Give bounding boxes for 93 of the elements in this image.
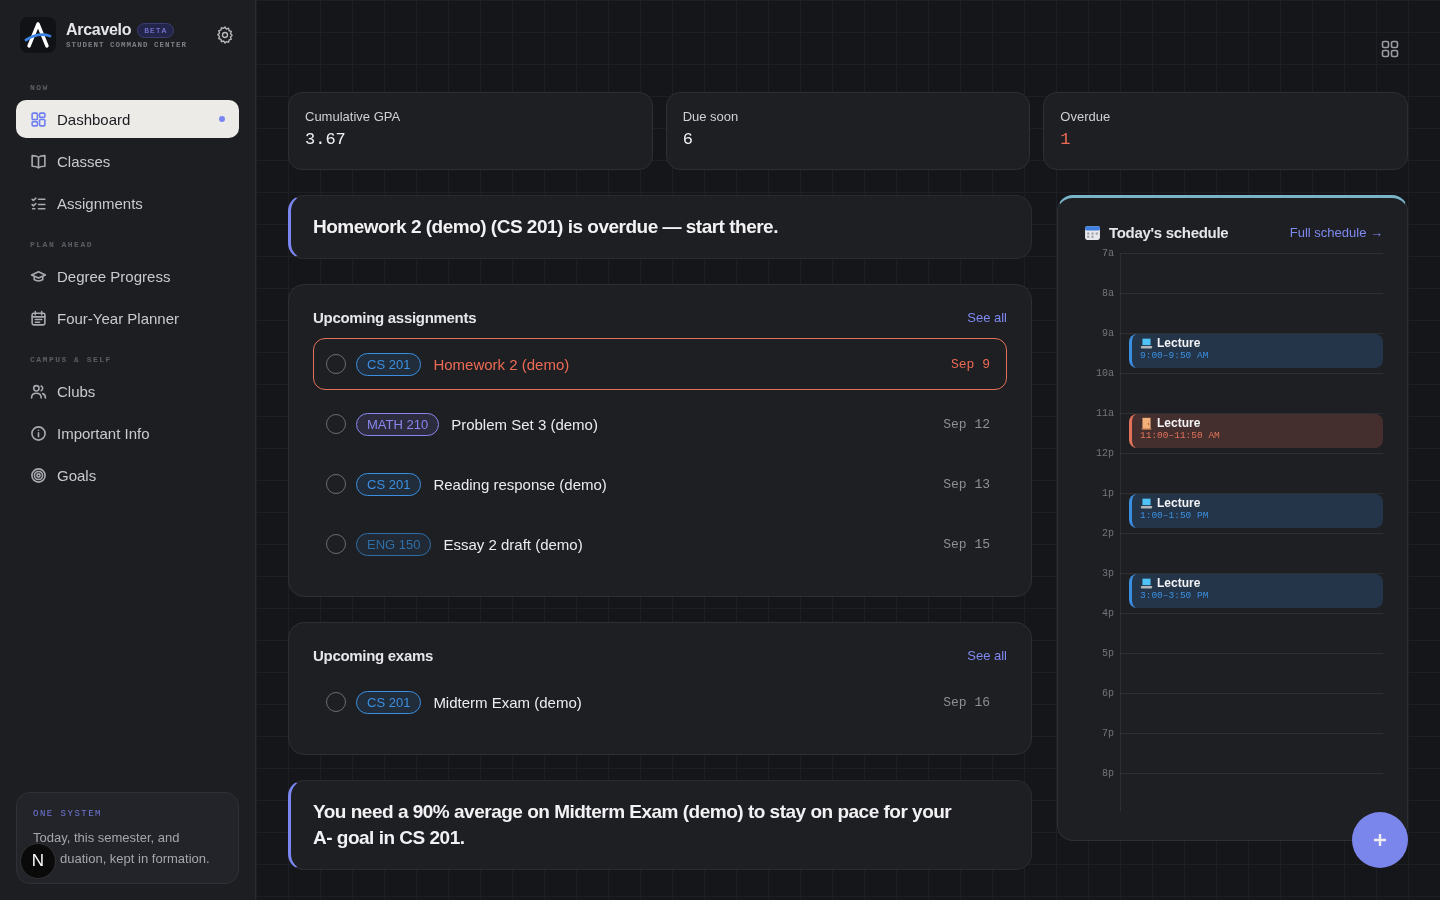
schedule-event[interactable]: Lecture 9:00–9:50 AM: [1129, 334, 1383, 368]
door-icon: [1140, 416, 1153, 430]
course-tag: CS 201: [356, 472, 422, 496]
hour-label: 2p: [1101, 528, 1115, 540]
course-tag: ENG 150: [356, 532, 432, 556]
section-title: Upcoming assignments: [313, 309, 477, 326]
task-title: Problem Set 3 (demo): [451, 415, 599, 433]
due-date: Sep 12: [943, 416, 990, 432]
hour-label: 7a: [1101, 248, 1115, 260]
event-time: 1:00–1:50 PM: [1140, 510, 1210, 521]
hour-label: 3p: [1101, 568, 1115, 580]
task-title: Reading response (demo): [433, 475, 608, 493]
event-title: Lecture: [1157, 416, 1201, 430]
active-dot: [219, 116, 225, 122]
event-time: 11:00–11:50 AM: [1140, 430, 1221, 441]
course-tag: CS 201: [356, 690, 422, 714]
laptop-icon: [1140, 576, 1153, 590]
checklist-icon: [30, 194, 47, 212]
due-date: Sep 13: [943, 476, 990, 492]
section-title: Upcoming exams: [313, 647, 433, 664]
nav-item[interactable]: Clubs: [16, 372, 239, 410]
hour-label: 11a: [1095, 408, 1115, 420]
hour-label: 1p: [1101, 488, 1115, 500]
hour-label: 12p: [1095, 448, 1115, 460]
stat-label: Cumulative GPA: [305, 109, 402, 124]
add-button[interactable]: [1352, 812, 1408, 868]
event-title: Lecture: [1157, 336, 1201, 350]
full-schedule-link[interactable]: Full schedule →: [1289, 225, 1383, 240]
nav-item[interactable]: Dashboard: [16, 100, 239, 138]
grid-icon: [30, 110, 47, 128]
task-title: Essay 2 draft (demo): [443, 535, 584, 553]
info-icon: [30, 424, 47, 442]
section-heading: CAMPUS & SELF: [29, 355, 113, 364]
due-date: Sep 9: [951, 356, 990, 372]
hour-label: 9a: [1101, 328, 1115, 340]
people-icon: [30, 382, 47, 400]
schedule-title: Today's schedule: [1109, 224, 1230, 241]
nav-item[interactable]: Goals: [16, 456, 239, 494]
alert-message: You need a 90% average on Midterm Exam (demo) to stay on pace for your A- goal in CS 201.: [313, 801, 952, 848]
task-row[interactable]: CS 201 Reading response (demo) Sep 13: [313, 458, 1007, 510]
stat-value: 3.67: [305, 130, 347, 149]
hour-label: 10a: [1095, 368, 1115, 380]
event-time: 9:00–9:50 AM: [1140, 350, 1210, 361]
nav-item[interactable]: Degree Progress: [16, 257, 239, 295]
alert-message: Homework 2 (demo) (CS 201) is overdue — start there.: [313, 216, 778, 237]
see-all-link[interactable]: See all: [967, 310, 1007, 325]
event-title: Lecture: [1157, 576, 1201, 590]
card-eyebrow: ONE SYSTEM: [33, 809, 103, 819]
section-heading: NOW: [29, 83, 50, 92]
logo-icon: [20, 17, 56, 53]
course-tag: CS 201: [356, 352, 422, 376]
task-row[interactable]: MATH 210 Problem Set 3 (demo) Sep 12: [313, 398, 1007, 450]
hour-label: 8a: [1101, 288, 1115, 300]
section-heading: PLAN AHEAD: [29, 240, 94, 249]
book-icon: [30, 152, 47, 170]
target-icon: [30, 466, 47, 484]
stat-label: Overdue: [1060, 109, 1112, 124]
nav-item[interactable]: Important Info: [16, 414, 239, 452]
course-tag: MATH 210: [356, 412, 440, 436]
task-row[interactable]: CS 201 Homework 2 (demo) Sep 9: [313, 338, 1007, 390]
due-date: Sep 15: [943, 536, 990, 552]
schedule-event[interactable]: Lecture 11:00–11:50 AM: [1129, 414, 1383, 448]
laptop-icon: [1140, 336, 1153, 350]
laptop-icon: [1140, 496, 1153, 510]
beta-badge: BETA: [137, 22, 175, 38]
task-row[interactable]: ENG 150 Essay 2 draft (demo) Sep 15: [313, 518, 1007, 570]
card-text: duation, kept in formation.: [60, 850, 210, 868]
hour-label: 8p: [1101, 768, 1115, 780]
stat-label: Due soon: [682, 109, 740, 124]
hour-label: 5p: [1101, 648, 1115, 660]
nav-item[interactable]: Classes: [16, 142, 239, 180]
event-time: 3:00–3:50 PM: [1140, 590, 1210, 601]
task-title: Homework 2 (demo): [433, 355, 571, 373]
app-name: Arcavelo: [66, 21, 132, 39]
calendar-icon: [30, 309, 47, 327]
schedule-event[interactable]: Lecture 1:00–1:50 PM: [1129, 494, 1383, 528]
task-row[interactable]: CS 201 Midterm Exam (demo) Sep 16: [313, 676, 1007, 728]
nav-item[interactable]: Four-Year Planner: [16, 299, 239, 337]
event-title: Lecture: [1157, 496, 1201, 510]
schedule-event[interactable]: Lecture 3:00–3:50 PM: [1129, 574, 1383, 608]
stat-value: 1: [1060, 130, 1072, 149]
nav-item[interactable]: Assignments: [16, 184, 239, 222]
hour-label: 6p: [1101, 688, 1115, 700]
task-title: Midterm Exam (demo): [433, 693, 583, 711]
settings-icon[interactable]: [215, 25, 235, 45]
stat-value: 6: [682, 130, 694, 149]
hour-label: 7p: [1101, 728, 1115, 740]
due-date: Sep 16: [943, 694, 990, 710]
grid-icon[interactable]: [1381, 40, 1399, 58]
hour-label: 4p: [1101, 608, 1115, 620]
see-all-link[interactable]: See all: [967, 648, 1007, 663]
calendar-icon: [1084, 224, 1101, 241]
plus-icon: [1373, 833, 1387, 847]
